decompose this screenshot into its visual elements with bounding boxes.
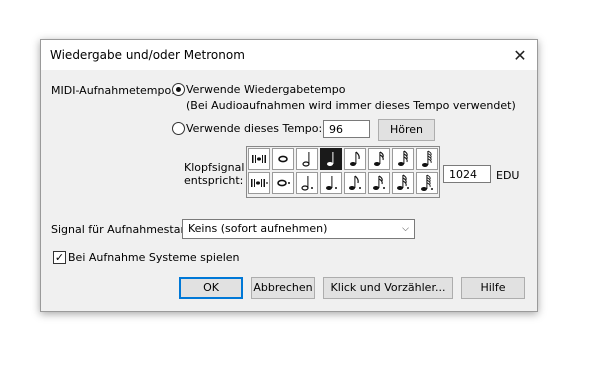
thirty-second-note-icon[interactable] xyxy=(392,148,414,170)
dotted-whole-note-icon[interactable] xyxy=(272,172,294,194)
window-title: Wiedergabe und/oder Metronom xyxy=(50,48,245,62)
dotted-eighth-note-icon[interactable] xyxy=(344,172,366,194)
radio-selected-dot xyxy=(176,87,181,92)
signal-label: Signal für Aufnahmestart: xyxy=(51,223,194,236)
whole-note-icon[interactable] xyxy=(272,148,294,170)
dotted-sixty-fourth-note-icon[interactable] xyxy=(416,172,438,194)
sixteenth-note-icon[interactable] xyxy=(368,148,390,170)
listen-button[interactable]: Hören xyxy=(378,119,435,141)
midi-tempo-label: MIDI-Aufnahmetempo: xyxy=(51,84,175,97)
signal-select[interactable]: Keins (sofort aufnehmen) ⌵ xyxy=(182,219,415,239)
quarter-note-icon[interactable] xyxy=(320,148,342,170)
dotted-quarter-note-icon[interactable] xyxy=(320,172,342,194)
help-button[interactable]: Hilfe xyxy=(461,277,525,299)
dotted-thirty-second-note-icon[interactable] xyxy=(392,172,414,194)
ok-button[interactable]: OK xyxy=(179,277,243,299)
metronome-dialog: Wiedergabe und/oder Metronom ✕ MIDI-Aufn… xyxy=(40,39,538,312)
eighth-note-icon[interactable] xyxy=(344,148,366,170)
click-label-line2: entspricht: xyxy=(184,174,244,187)
radio-playback-tempo[interactable] xyxy=(172,83,185,96)
playback-tempo-note: (Bei Audioaufnahmen wird immer dieses Te… xyxy=(186,99,516,112)
tempo-input[interactable]: 96 xyxy=(323,120,370,138)
edu-label: EDU xyxy=(496,169,520,182)
dotted-half-note-icon[interactable] xyxy=(296,172,318,194)
click-countoff-button[interactable]: Klick und Vorzähler... xyxy=(323,277,453,299)
cancel-button[interactable]: Abbrechen xyxy=(251,277,315,299)
close-icon: ✕ xyxy=(513,45,527,65)
fixed-tempo-option[interactable]: Verwende dieses Tempo: xyxy=(186,122,322,135)
chevron-down-icon: ⌵ xyxy=(402,224,409,234)
dotted-sixteenth-note-icon[interactable] xyxy=(368,172,390,194)
radio-fixed-tempo[interactable] xyxy=(172,122,185,135)
close-button[interactable]: ✕ xyxy=(503,40,537,70)
edu-input[interactable]: 1024 xyxy=(443,165,491,183)
beat-icon[interactable] xyxy=(248,148,270,170)
signal-selected-value: Keins (sofort aufnehmen) xyxy=(188,222,328,235)
click-label-line1: Klopfsignal xyxy=(184,161,245,174)
systems-checkbox[interactable]: ✓ xyxy=(53,251,66,264)
half-note-icon[interactable] xyxy=(296,148,318,170)
systems-checkbox-label[interactable]: Bei Aufnahme Systeme spielen xyxy=(68,251,240,264)
sixty-fourth-note-icon[interactable] xyxy=(416,148,438,170)
note-value-grid xyxy=(246,146,440,198)
dotted-beat-icon[interactable] xyxy=(248,172,270,194)
playback-tempo-option[interactable]: Verwende Wiedergabetempo xyxy=(186,83,345,96)
title-bar: Wiedergabe und/oder Metronom ✕ xyxy=(41,40,537,70)
